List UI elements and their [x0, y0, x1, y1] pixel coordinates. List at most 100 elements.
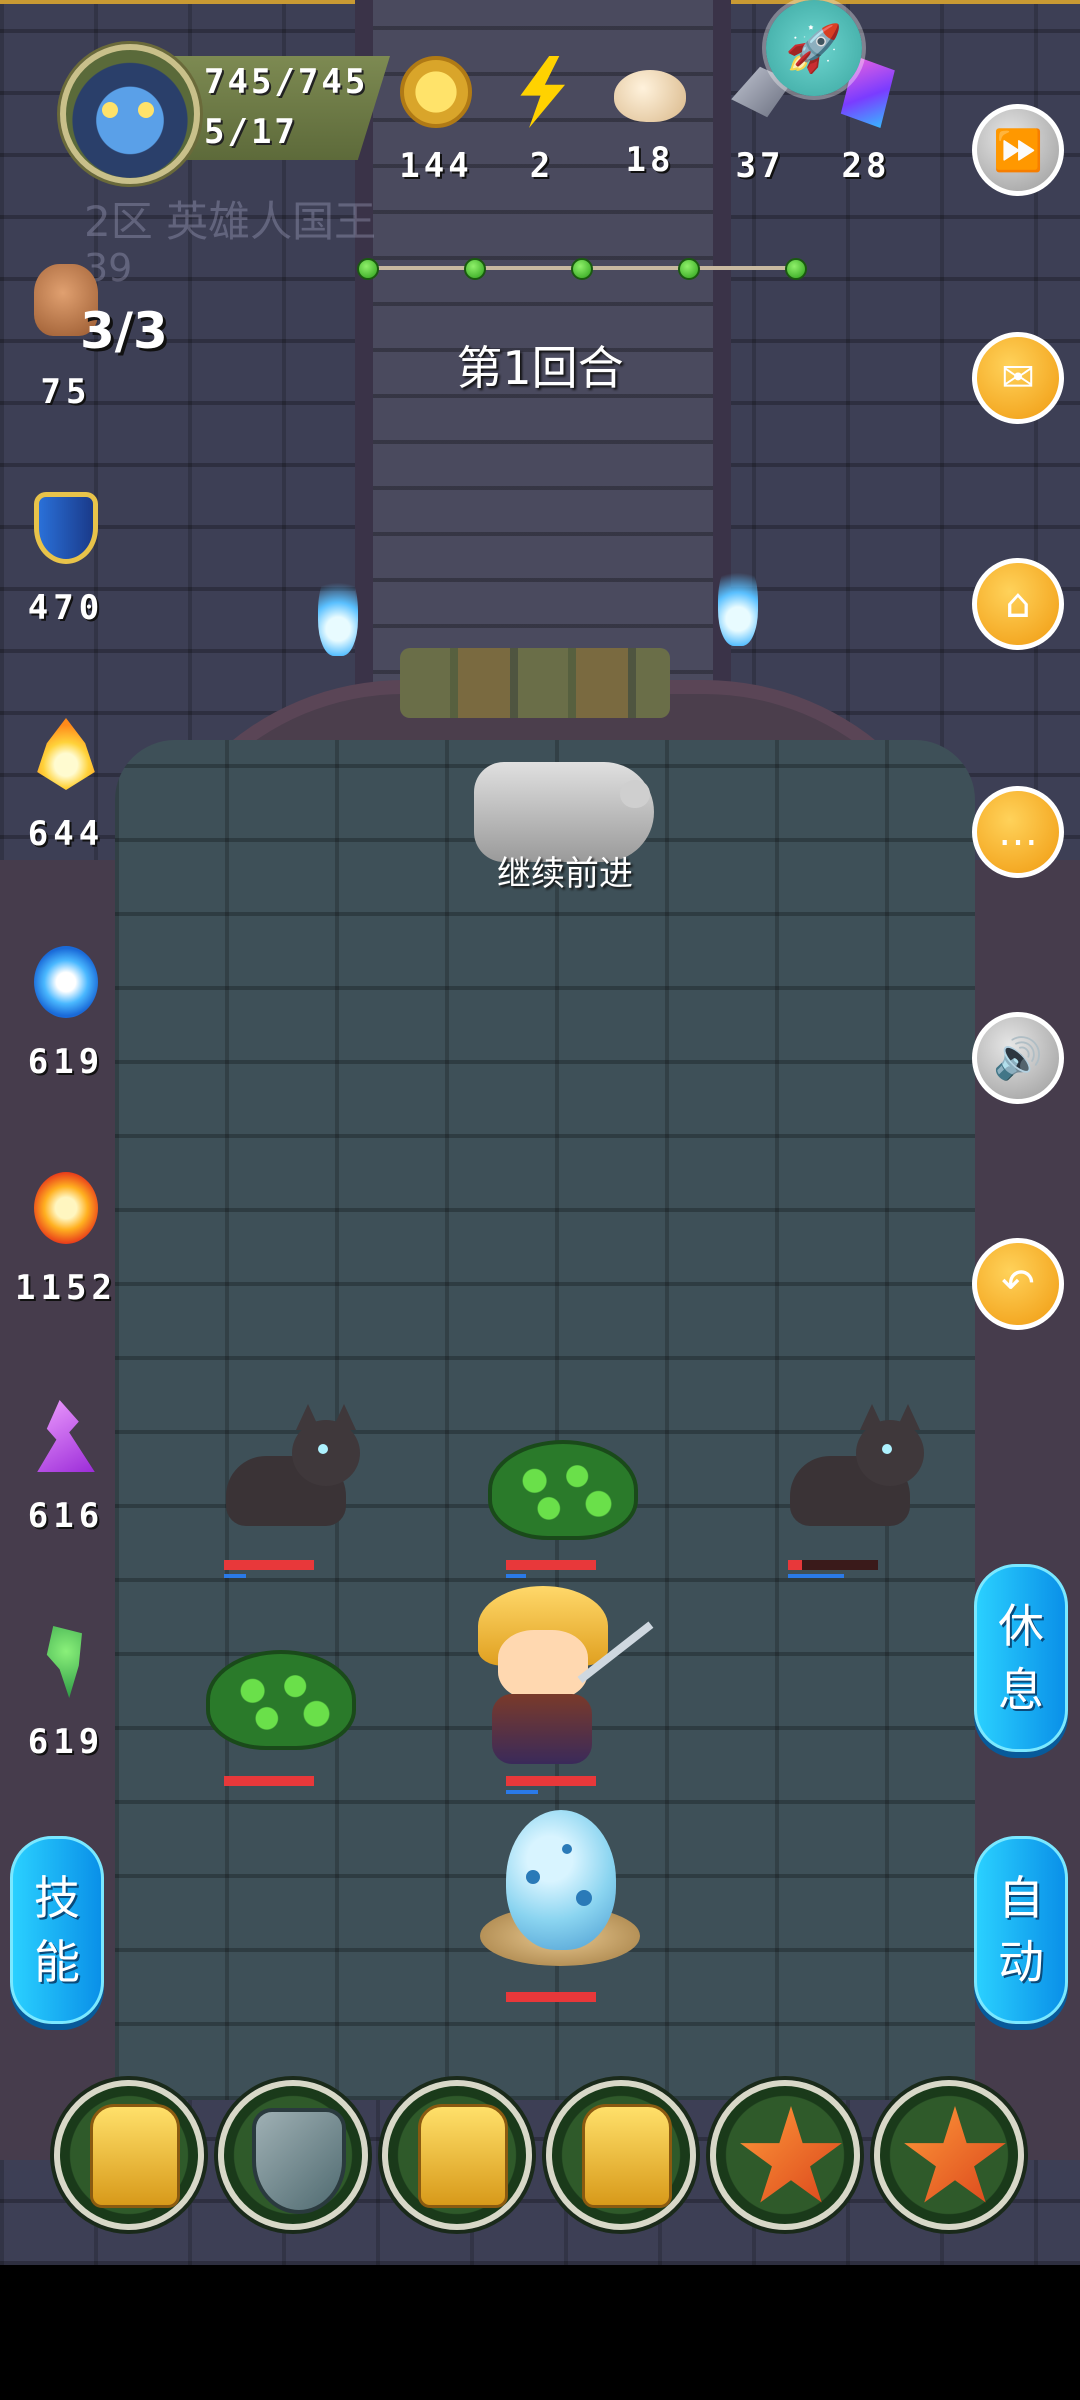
lightning-value: 616	[27, 1496, 105, 1536]
gold-value: 144	[399, 146, 473, 186]
avatar-eye	[138, 102, 154, 118]
stat-water: 619	[18, 946, 114, 1082]
continue-label[interactable]: 继续前进	[470, 846, 660, 895]
auto-label-1: 自	[998, 1871, 1044, 1925]
mp-bar	[788, 1574, 844, 1578]
wave-dot	[357, 258, 379, 280]
egg-spot	[576, 1890, 592, 1906]
water-value: 619	[27, 1042, 105, 1082]
rest-label-1: 休	[998, 1599, 1044, 1653]
hp-bar	[506, 1776, 596, 1786]
skills-label-2: 能	[34, 1935, 80, 1989]
home-button[interactable]: ⌂	[972, 558, 1064, 650]
mail-button[interactable]: ✉	[972, 332, 1064, 424]
cat-ear	[332, 1404, 356, 1430]
stat-lightning: 616	[18, 1400, 114, 1536]
fist-ratio: 3/3	[80, 302, 168, 360]
claw-skill-icon	[90, 2104, 180, 2208]
egg-spot	[526, 1870, 540, 1884]
envelope-icon: ✉	[1001, 355, 1035, 401]
currency-energy[interactable]: 2	[496, 56, 588, 186]
hp-bar	[506, 1992, 596, 2002]
skill-slot-4[interactable]	[546, 2080, 696, 2230]
player-avatar[interactable]	[60, 44, 200, 184]
poison-value: 619	[27, 1722, 105, 1762]
horned-shield-skill-icon	[252, 2108, 346, 2214]
skills-label-1: 技	[34, 1871, 80, 1925]
avatar-eye	[102, 102, 118, 118]
enemy-cat-left[interactable]	[196, 1400, 366, 1550]
hp-fill	[506, 1992, 596, 2002]
hp-fill	[506, 1560, 596, 1570]
hp-fill	[224, 1776, 314, 1786]
crystal-value: 28	[841, 146, 891, 186]
skill-slot-6[interactable]	[874, 2080, 1024, 2230]
cat-eye	[318, 1444, 328, 1454]
hp-bar	[224, 1560, 314, 1570]
game-scene: 745/745 5/17 2区 英雄人国王 39 144 2 18 37 28 …	[0, 0, 1080, 2265]
pet-egg[interactable]	[506, 1810, 616, 1950]
claw-skill-icon	[418, 2104, 508, 2208]
rest-label-2: 息	[998, 1663, 1044, 1717]
shield-icon	[34, 492, 98, 564]
rocket-icon: 🚀	[785, 20, 843, 75]
rest-button[interactable]: 休 息	[974, 1564, 1068, 1752]
skill-slot-2[interactable]	[218, 2080, 368, 2230]
egg-spot	[562, 1844, 572, 1854]
skill-slot-3[interactable]	[382, 2080, 532, 2230]
hero-body	[492, 1694, 592, 1764]
lightning-icon	[520, 56, 566, 128]
fire-icon	[34, 1172, 98, 1244]
stat-defense: 470	[18, 492, 114, 628]
chat-bubble-icon: …	[998, 809, 1038, 855]
currency-gold[interactable]: 144	[390, 56, 482, 186]
fast-forward-icon: ⏩	[993, 127, 1043, 174]
claw-skill-icon	[582, 2104, 672, 2208]
hp-bar	[506, 1560, 596, 1570]
currency-bun[interactable]: 18	[604, 56, 696, 180]
iron-value: 37	[735, 146, 785, 186]
mp-bar	[506, 1790, 538, 1794]
water-swirl-icon	[34, 946, 98, 1018]
hp-bar	[788, 1560, 878, 1570]
skill-slot-5[interactable]	[710, 2080, 860, 2230]
round-label: 第1回合	[456, 341, 624, 395]
hp-fill	[506, 1776, 596, 1786]
purple-lightning-icon	[37, 1400, 95, 1472]
undo-button[interactable]: ↶	[972, 1238, 1064, 1330]
auto-button[interactable]: 自 动	[974, 1836, 1068, 2024]
auto-label-2: 动	[998, 1935, 1044, 1989]
player-level: 5/17	[204, 112, 298, 152]
enemy-boar-top[interactable]	[478, 1410, 648, 1560]
rocket-button[interactable]: 🚀	[766, 0, 862, 96]
speaker-icon: 🔊	[993, 1035, 1043, 1082]
skill-slot-1[interactable]	[54, 2080, 204, 2230]
cat-ear	[296, 1404, 320, 1430]
poison-icon	[46, 1626, 82, 1698]
blue-torch-icon	[318, 566, 358, 656]
cat-ear	[860, 1404, 884, 1430]
enemy-cat-right[interactable]	[760, 1400, 930, 1550]
bun-icon	[614, 70, 686, 122]
fire-value: 1152	[15, 1268, 117, 1308]
finger	[620, 780, 650, 808]
wave-dot	[571, 258, 593, 280]
defense-value: 470	[27, 588, 105, 628]
chat-button[interactable]: …	[972, 786, 1064, 878]
player-hp: 745/745	[204, 62, 369, 102]
star-skill-icon	[740, 2106, 842, 2203]
hp-bar	[224, 1776, 314, 1786]
stat-poison: 619	[18, 1626, 114, 1762]
hp-fill	[788, 1560, 802, 1570]
blue-torch-icon	[718, 556, 758, 646]
boar-body	[206, 1650, 356, 1750]
skill-dock	[54, 2080, 1034, 2234]
boar-body	[488, 1440, 638, 1540]
door-stones	[400, 648, 670, 718]
hero-face[interactable]	[498, 1630, 588, 1700]
skills-button[interactable]: 技 能	[10, 1836, 104, 2024]
enemy-boar-left[interactable]	[196, 1620, 366, 1770]
fast-forward-button[interactable]: ⏩	[972, 104, 1064, 196]
cat-eye	[882, 1444, 892, 1454]
sound-button[interactable]: 🔊	[972, 1012, 1064, 1104]
